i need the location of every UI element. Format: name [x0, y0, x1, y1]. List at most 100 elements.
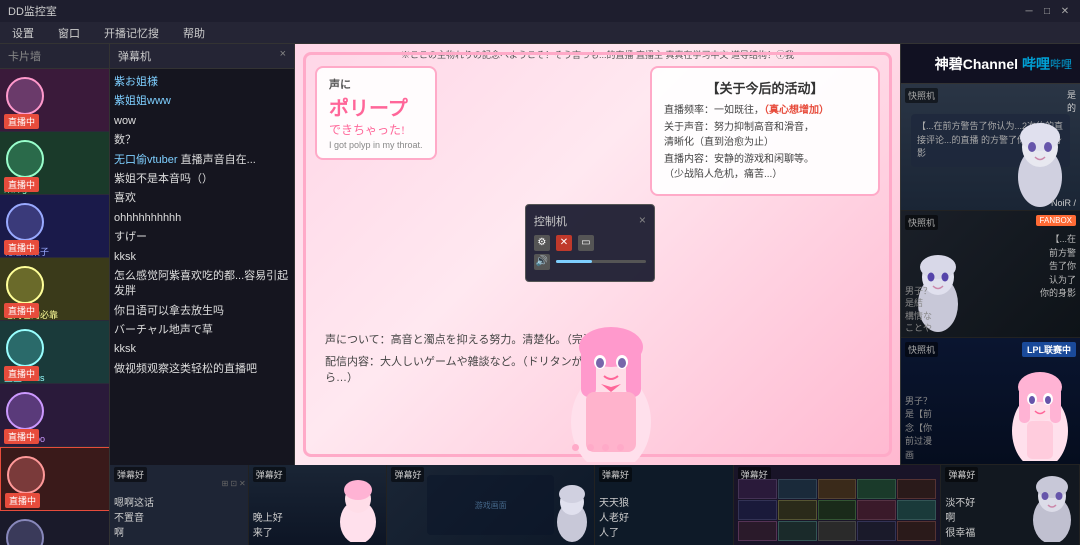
b4-label: 弹幕好: [599, 467, 632, 482]
minimize-button[interactable]: ─: [1022, 4, 1036, 18]
sidebar-header: 卡片墙: [0, 44, 109, 69]
stop-icon[interactable]: ✕: [556, 235, 572, 251]
chat-message: kksk: [114, 248, 290, 267]
b6-text: 淡不好啊很幸福: [945, 496, 975, 541]
bottom-stream-2[interactable]: 弹幕好 晚上好来了: [249, 465, 388, 545]
chat-message: 紫姐不是本音吗（）: [114, 170, 290, 189]
modal-volume-row: 🔊: [534, 254, 646, 270]
chat-panel-close[interactable]: ×: [280, 48, 286, 64]
bottom-stream-5[interactable]: 弹幕好: [734, 465, 942, 545]
app-window: DD监控室 ─ □ ✕ 设置 窗口 开播记忆搜 帮助 卡片墙 YUKIr... …: [0, 0, 1080, 545]
modal-title: 控制机 ×: [534, 213, 646, 229]
b2-label: 弹幕好: [253, 467, 286, 482]
chat-message: 怎么感觉阿紫喜欢吃的都...容易引起发胖: [114, 267, 290, 302]
b4-text: 天天狼人老好人了: [599, 496, 629, 541]
volume-slider[interactable]: [556, 260, 646, 263]
chat-message: 你日语可以拿去放生吗: [114, 302, 290, 321]
menu-stream[interactable]: 开播记忆搜: [100, 23, 163, 43]
live-badge-2: 直播中: [4, 240, 39, 255]
right-stream-1[interactable]: 【...在前方警告了你认为...2次约的直接评论...的直播 的方警了你你们的身…: [901, 84, 1080, 211]
sidebar-item-3[interactable]: 吃肉包的必靠 直播中: [0, 258, 109, 321]
b3-character: [552, 482, 592, 545]
sidebar: 卡片墙 YUKIr... 直播中 果汁grR 直播中 花洛果栗: [0, 44, 110, 545]
rs2-label: 快照机: [905, 215, 938, 230]
rs1-side-text: 是的: [1067, 88, 1076, 114]
rs1-name: NoiR /: [1051, 198, 1076, 208]
bottom-stream-1[interactable]: 弹幕好 ⊞⊡✕ 嗯啊这话不置音啊: [110, 465, 249, 545]
channel-text: 神碧Channel: [935, 54, 1018, 74]
live-badge-4: 直播中: [4, 366, 39, 381]
live-badge-0: 直播中: [4, 114, 39, 129]
chat-message: wow: [114, 112, 290, 131]
live-badge-3: 直播中: [4, 303, 39, 318]
main-content: 弹幕机 × 紫お姐様 紫姐姐www wow 数？ 无口偷vtuber 直播声音自…: [110, 44, 1080, 545]
rs2-chat: 【...在前方警告了你认为了你的身影: [1040, 233, 1076, 301]
rs2-side-chat: 男子？是結構情なことや: [905, 285, 932, 335]
lpl-badge: LPL联赛中: [1022, 342, 1076, 357]
chat-panel-header: 弹幕机 ×: [110, 44, 294, 69]
app-title: DD监控室: [8, 3, 57, 19]
video-controller-modal: 控制机 × ⚙ ✕ ▭ 🔊: [525, 204, 655, 282]
right-stream-2[interactable]: 快照机 FANBOX 【...在前方警告了你认为了你的身影: [901, 211, 1080, 338]
b2-text: 晚上好来了: [253, 511, 283, 541]
decorative-dots: [295, 444, 900, 451]
menu-settings[interactable]: 设置: [8, 23, 38, 43]
bilibili-logo: 哔哩: [1022, 54, 1050, 74]
stream-title-note: I got polyp in my throat.: [329, 140, 423, 150]
chat-message: kksk: [114, 340, 290, 359]
modal-controls-row: ⚙ ✕ ▭: [534, 235, 646, 251]
main-area: 弹幕机 × 紫お姐様 紫姐姐www wow 数？ 无口偷vtuber 直播声音自…: [110, 44, 1080, 465]
live-badge-1: 直播中: [4, 177, 39, 192]
b6-label: 弹幕好: [945, 467, 978, 482]
chat-message: 做视频观察这类轻松的直播吧: [114, 360, 290, 379]
rs3-character: [1005, 361, 1075, 464]
bottom-stream-6[interactable]: 弹幕好 淡不好啊很幸福: [941, 465, 1080, 545]
stream-title-box: 声に ポリープ できちゃった! I got polyp in my throat…: [315, 66, 437, 160]
play-icon[interactable]: ⚙: [534, 235, 550, 251]
chat-message: バーチャル地声で草: [114, 321, 290, 340]
menu-help[interactable]: 帮助: [179, 23, 209, 43]
menu-window[interactable]: 窗口: [54, 23, 84, 43]
sidebar-item-2[interactable]: 花洛果栗子 直播中: [0, 195, 109, 258]
modal-close-button[interactable]: ×: [639, 213, 646, 229]
minimize-icon[interactable]: ▭: [578, 235, 594, 251]
b1-label: 弹幕好: [114, 467, 147, 482]
stream-title-main: ポリープ: [329, 92, 423, 121]
content-area: 卡片墙 YUKIr... 直播中 果汁grR 直播中 花洛果栗: [0, 44, 1080, 545]
sidebar-item-4[interactable]: 星星Sirius 直播中: [0, 321, 109, 384]
bilibili-header: 神碧Channel 哔哩 哔哩: [901, 44, 1080, 84]
sidebar-item-5[interactable]: Nekondoo 直播中: [0, 384, 109, 447]
main-stream[interactable]: ※ここの主物れりの記念へようこそ！そう言っも...的直播 直播主 真真在学习中文…: [295, 44, 900, 465]
chat-messages[interactable]: 紫お姐様 紫姐姐www wow 数？ 无口偷vtuber 直播声音自在... 紫…: [110, 69, 294, 465]
title-bar-left: DD监控室: [8, 3, 57, 19]
b6-character: [1027, 472, 1077, 545]
b1-controls: ⊞⊡✕: [222, 479, 246, 488]
maximize-button[interactable]: □: [1040, 4, 1054, 18]
rs3-side-chat: 男子？是【前念【你前过漫画: [905, 395, 932, 463]
volume-icon[interactable]: 🔊: [534, 254, 550, 270]
bottom-stream-4[interactable]: 弹幕好 天天狼人老好人了: [595, 465, 734, 545]
bottom-stream-3[interactable]: 弹幕好 游戏画面: [387, 465, 595, 545]
bottom-section: 弹幕好 ⊞⊡✕ 嗯啊这话不置音啊 弹幕好 晚上好来了: [110, 465, 1080, 545]
sidebar-item-6[interactable]: b!Official 直播中: [0, 447, 109, 511]
anime-character: [546, 292, 676, 465]
sidebar-item-7[interactable]: ら第3Official: [0, 511, 109, 545]
stream-info-title: 【关于今后的活动】: [664, 78, 866, 97]
b2-character: [336, 477, 381, 545]
stream-overlay-text: ※ここの主物れりの記念へようこそ！そう言っも...的直播 直播主 真真在学习中文…: [295, 48, 900, 61]
sidebar-item-0[interactable]: YUKIr... 直播中: [0, 69, 109, 132]
stream-info-content: 直播内容：安静的游戏和闲聊等。（少战陷人危机，痛苦...）: [664, 152, 866, 182]
stream-info-voice: 关于声音：努力抑制高音和滑音，清晰化（直到治愈为止）: [664, 120, 866, 150]
bilibili-logo-2: 哔哩: [1050, 56, 1072, 72]
chat-message: すげー: [114, 228, 290, 247]
stream-info-box: 【关于今后的活动】 直播频率：一如既往，（真心想增加） 关于声音：努力抑制高音和…: [650, 66, 880, 196]
chat-message: 紫姐姐www: [114, 92, 290, 111]
close-button[interactable]: ✕: [1058, 4, 1072, 18]
chat-panel: 弹幕机 × 紫お姐様 紫姐姐www wow 数？ 无口偷vtuber 直播声音自…: [110, 44, 295, 465]
right-stream-3[interactable]: 快照机 LPL联赛中: [901, 338, 1080, 465]
sidebar-item-1[interactable]: 果汁grR 直播中: [0, 132, 109, 195]
chat-message: 无口偷vtuber 直播声音自在...: [114, 151, 290, 170]
chat-message: 紫お姐様: [114, 73, 290, 92]
menu-bar: 设置 窗口 开播记忆搜 帮助: [0, 22, 1080, 44]
chat-message: 喜欢: [114, 189, 290, 208]
